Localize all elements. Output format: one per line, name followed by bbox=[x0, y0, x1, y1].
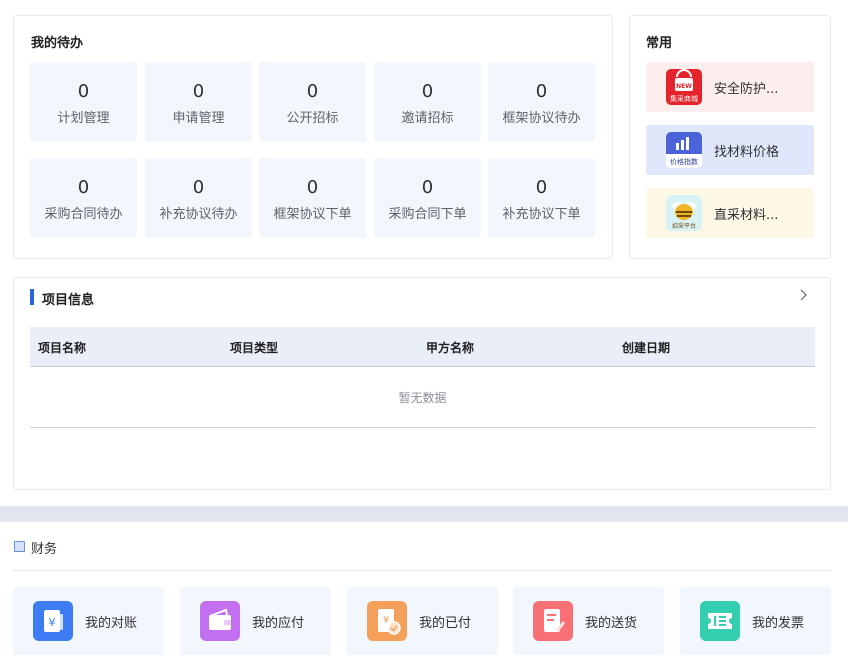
finance-divider bbox=[13, 570, 831, 571]
todo-label: 公开招标 bbox=[286, 111, 339, 126]
bee-icon: 招采平台 bbox=[666, 195, 702, 231]
project-title: 项目信息 bbox=[42, 293, 95, 308]
empty-text: 暂无数据 bbox=[398, 391, 447, 405]
todo-count: 0 bbox=[77, 81, 90, 102]
todo-tile-plan[interactable]: 0 计划管理 bbox=[30, 62, 137, 142]
todo-title: 我的待办 bbox=[31, 36, 84, 51]
table-empty-state: 暂无数据 bbox=[30, 367, 815, 428]
finance-tile-invoice[interactable]: 我的发票 bbox=[680, 587, 831, 655]
todo-tile-framework-order[interactable]: 0 框架协议下单 bbox=[259, 158, 366, 238]
app-tile-safety[interactable]: NEW 集采商城 安全防护... bbox=[646, 62, 814, 112]
todo-count: 0 bbox=[535, 81, 548, 102]
todo-tile-supplement-todo[interactable]: 0 补充协议待办 bbox=[145, 158, 252, 238]
todo-label: 申请管理 bbox=[172, 111, 225, 126]
reconcile-icon: ¥ bbox=[33, 601, 73, 641]
mall-bag-icon: NEW 集采商城 bbox=[666, 69, 702, 105]
mall-icon-bottom-text: 集采商城 bbox=[670, 94, 698, 103]
todo-label: 框架协议下单 bbox=[273, 207, 352, 222]
todo-tile-public-bid[interactable]: 0 公开招标 bbox=[259, 62, 366, 142]
todo-label: 补充协议下单 bbox=[502, 207, 581, 222]
todo-count: 0 bbox=[306, 177, 319, 198]
column-header-project-name: 项目名称 bbox=[38, 341, 87, 355]
wallet-icon bbox=[200, 601, 240, 641]
svg-text:¥: ¥ bbox=[383, 615, 389, 626]
common-title: 常用 bbox=[646, 36, 673, 51]
todo-label: 邀请招标 bbox=[401, 111, 454, 126]
finance-label: 我的应付 bbox=[252, 616, 305, 631]
todo-count: 0 bbox=[192, 177, 205, 198]
column-header-party-a: 甲方名称 bbox=[426, 341, 475, 355]
bee-icon-text: 招采平台 bbox=[672, 222, 696, 230]
finance-label: 我的对账 bbox=[85, 616, 138, 631]
todo-count: 0 bbox=[421, 81, 434, 102]
finance-tile-delivery[interactable]: 我的送货 bbox=[513, 587, 664, 655]
project-card: 项目信息 项目名称 项目类型 甲方名称 创建日期 暂无数据 bbox=[13, 277, 831, 490]
todo-tile-invite-bid[interactable]: 0 邀请招标 bbox=[374, 62, 481, 142]
section-divider bbox=[0, 506, 848, 522]
app-label: 直采材料... bbox=[714, 208, 779, 223]
finance-tile-payable[interactable]: 我的应付 bbox=[180, 587, 331, 655]
todo-tile-apply[interactable]: 0 申请管理 bbox=[145, 62, 252, 142]
common-card: 常用 NEW 集采商城 安全防护... 价格指数 找材料价格 招采平台 直采材料… bbox=[629, 15, 831, 259]
svg-text:¥: ¥ bbox=[49, 616, 56, 629]
finance-label: 我的送货 bbox=[585, 616, 638, 631]
todo-label: 计划管理 bbox=[57, 111, 110, 126]
finance-tile-paid[interactable]: ¥ 我的已付 bbox=[347, 587, 498, 655]
table-header: 项目名称 项目类型 甲方名称 创建日期 bbox=[30, 327, 815, 367]
todo-tile-supplement-order[interactable]: 0 补充协议下单 bbox=[488, 158, 595, 238]
column-header-created-date: 创建日期 bbox=[622, 341, 671, 355]
invoice-icon bbox=[700, 601, 740, 641]
todo-label: 框架协议待办 bbox=[502, 111, 581, 126]
todo-count: 0 bbox=[535, 177, 548, 198]
todo-label: 采购合同下单 bbox=[388, 207, 467, 222]
finance-label: 我的发票 bbox=[752, 616, 805, 631]
title-accent-bar bbox=[30, 289, 34, 305]
finance-icon bbox=[14, 541, 25, 552]
todo-count: 0 bbox=[77, 177, 90, 198]
todo-label: 采购合同待办 bbox=[44, 207, 123, 222]
todo-card: 我的待办 0 计划管理 0 申请管理 0 公开招标 0 邀请招标 0 框架协议待… bbox=[13, 15, 613, 259]
app-label: 安全防护... bbox=[714, 82, 779, 97]
finance-title: 财务 bbox=[31, 542, 58, 557]
app-label: 找材料价格 bbox=[714, 145, 780, 160]
finance-tile-reconcile[interactable]: ¥ 我的对账 bbox=[13, 587, 164, 655]
paid-icon: ¥ bbox=[367, 601, 407, 641]
app-tile-direct-material[interactable]: 招采平台 直采材料... bbox=[646, 188, 814, 238]
todo-tile-contract-todo[interactable]: 0 采购合同待办 bbox=[30, 158, 137, 238]
todo-tile-framework-todo[interactable]: 0 框架协议待办 bbox=[488, 62, 595, 142]
todo-count: 0 bbox=[306, 81, 319, 102]
column-header-project-type: 项目类型 bbox=[230, 341, 279, 355]
todo-label: 补充协议待办 bbox=[159, 207, 238, 222]
price-icon-text: 价格指数 bbox=[670, 157, 698, 166]
todo-count: 0 bbox=[192, 81, 205, 102]
price-chart-icon: 价格指数 bbox=[666, 132, 702, 168]
chevron-right-icon[interactable] bbox=[796, 287, 810, 301]
delivery-icon bbox=[533, 601, 573, 641]
finance-label: 我的已付 bbox=[419, 616, 472, 631]
app-tile-material-price[interactable]: 价格指数 找材料价格 bbox=[646, 125, 814, 175]
mall-icon-top-text: NEW bbox=[676, 83, 692, 90]
todo-tile-contract-order[interactable]: 0 采购合同下单 bbox=[374, 158, 481, 238]
todo-count: 0 bbox=[421, 177, 434, 198]
